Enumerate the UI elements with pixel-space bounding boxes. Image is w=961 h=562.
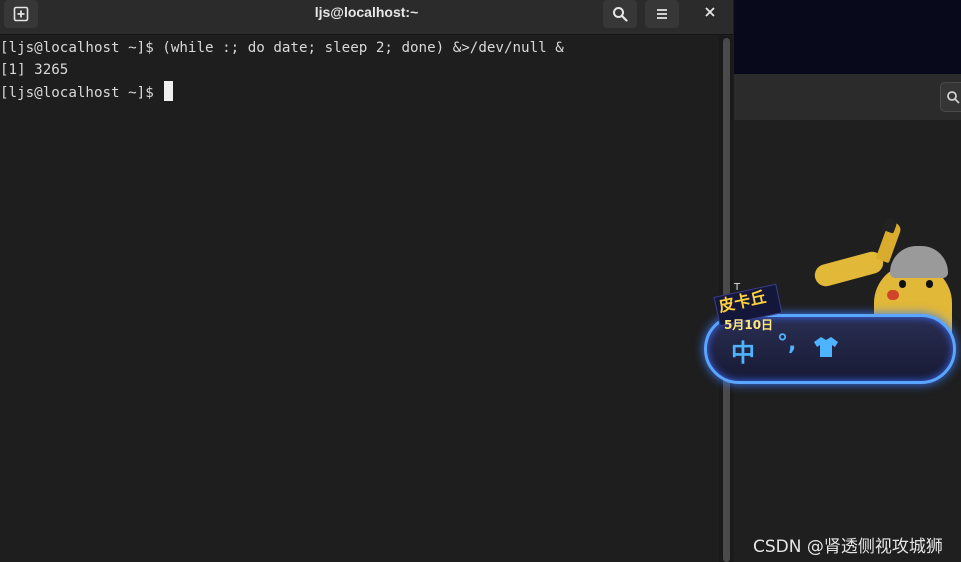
- ime-toolbar-widget[interactable]: 中 °, 皮卡丘 5月10日 T: [704, 216, 961, 394]
- pikachu-hat: [890, 246, 948, 278]
- ime-mode-toggle[interactable]: 中: [731, 333, 755, 368]
- background-search-button[interactable]: [940, 82, 961, 112]
- terminal-output[interactable]: [ljs@localhost ~]$ (while :; do date; sl…: [0, 36, 718, 562]
- terminal-prompt-line[interactable]: [ljs@localhost ~]$: [0, 81, 174, 103]
- shirt-icon[interactable]: [813, 335, 839, 359]
- pikachu-arm: [812, 249, 886, 289]
- close-icon: [705, 7, 715, 17]
- mouse-text-cursor-icon: T: [734, 282, 741, 293]
- ime-punctuation-toggle[interactable]: °,: [777, 331, 796, 356]
- hamburger-menu-icon: [657, 9, 667, 19]
- ime-date-label: 5月10日: [724, 318, 774, 332]
- background-toolbar: [734, 74, 961, 120]
- terminal-titlebar[interactable]: ljs@localhost:~: [0, 0, 733, 35]
- close-button[interactable]: [693, 0, 727, 24]
- menu-button[interactable]: [645, 0, 679, 28]
- pikachu-eye: [899, 280, 906, 288]
- background-window-header: [734, 0, 961, 74]
- text-cursor: [164, 81, 174, 101]
- pikachu-eye: [926, 280, 933, 288]
- terminal-line: [ljs@localhost ~]$ (while :; do date; sl…: [0, 40, 564, 56]
- search-icon: [947, 91, 960, 104]
- terminal-window[interactable]: ljs@localhost:~ [ljs@localhost ~]$ (whil…: [0, 0, 733, 562]
- terminal-line: [1] 3265: [0, 62, 69, 78]
- prompt-text: [ljs@localhost ~]$: [0, 85, 163, 101]
- search-button[interactable]: [603, 0, 637, 28]
- pikachu-cheek: [887, 290, 899, 300]
- search-icon: [613, 7, 628, 22]
- csdn-watermark: CSDN @肾透侧视攻城狮: [753, 537, 943, 557]
